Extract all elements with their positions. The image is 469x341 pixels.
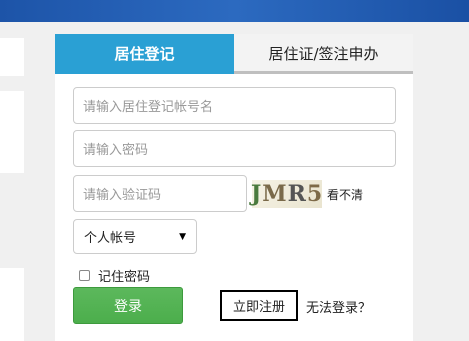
password-placeholder: 请输入密码: [83, 143, 149, 158]
captcha-image[interactable]: J M R 5: [250, 180, 324, 208]
captcha-char: J: [250, 181, 263, 207]
password-input[interactable]: 请输入密码: [73, 130, 396, 167]
captcha-char: R: [287, 181, 307, 207]
register-link[interactable]: 立即注册: [220, 290, 298, 321]
tab-residence-permit-application[interactable]: 居住证/签注申办: [234, 34, 413, 74]
left-panel-fragment: [0, 91, 24, 173]
username-input[interactable]: 请输入居住登记帐号名: [73, 87, 396, 124]
captcha-input[interactable]: 请输入验证码: [73, 175, 247, 212]
refresh-captcha-link[interactable]: 看不清: [327, 186, 363, 203]
captcha-placeholder: 请输入验证码: [83, 188, 162, 203]
captcha-char: 5: [306, 181, 324, 207]
username-placeholder: 请输入居住登记帐号名: [83, 100, 214, 115]
remember-password-checkbox[interactable]: [79, 270, 90, 281]
remember-password-label[interactable]: 记住密码: [98, 266, 150, 285]
left-panel-fragment: [0, 38, 24, 76]
account-type-select[interactable]: 个人帐号 ▼: [73, 219, 197, 254]
tab-residence-registration[interactable]: 居住登记: [55, 34, 234, 74]
login-button[interactable]: 登录: [73, 287, 183, 324]
top-banner: [0, 0, 469, 22]
login-panel: 居住登记 居住证/签注申办 请输入居住登记帐号名 请输入密码 请输入验证码 J …: [55, 34, 413, 341]
account-type-value: 个人帐号: [84, 231, 137, 246]
chevron-down-icon: ▼: [179, 231, 186, 242]
left-panel-fragment: [0, 268, 24, 341]
captcha-char: M: [262, 181, 288, 207]
login-tabs: 居住登记 居住证/签注申办: [55, 34, 413, 74]
remember-password-row: 记住密码: [79, 266, 150, 285]
cant-login-link[interactable]: 无法登录？: [306, 297, 371, 316]
